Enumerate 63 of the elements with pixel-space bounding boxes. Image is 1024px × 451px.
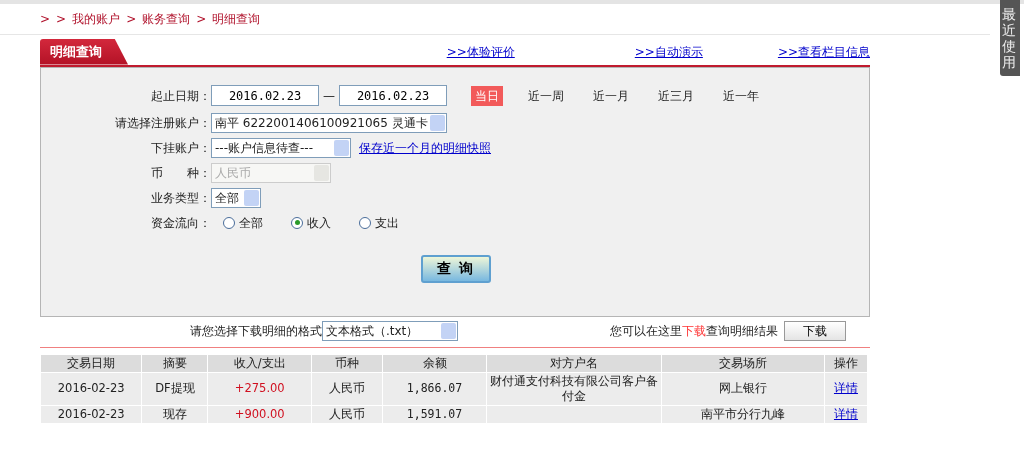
radio-button[interactable] [291, 216, 303, 229]
download-link[interactable]: 下载 [682, 323, 706, 338]
field-label: 请选择注册账户： [114, 114, 211, 132]
table-cell: 现存 [162, 406, 187, 421]
range-option[interactable]: 近一月 [589, 85, 633, 106]
table-cell: DF提现 [155, 381, 195, 396]
radio-label: 支出 [375, 214, 399, 232]
table-cell: 南平市分行九峰 [701, 406, 785, 421]
breadcrumb-separator: > [196, 12, 207, 26]
breadcrumb-separator: > [56, 12, 67, 26]
sub-account-select[interactable]: ---账户信息待查--- [211, 137, 351, 158]
format-select[interactable]: 文本格式（.txt） [322, 320, 458, 341]
table-cell: 人民币 [328, 406, 365, 421]
radio-label: 收入 [307, 214, 331, 232]
column-header: 交易日期 [41, 354, 142, 372]
panel-tab[interactable]: 明细查询 [40, 39, 128, 65]
table-cell: 财付通支付科技有限公司客户备付金 [490, 373, 659, 403]
range-option[interactable]: 近一周 [524, 85, 568, 106]
currency-select: 人民币 [211, 162, 331, 183]
table-cell: 1,866.07 [406, 381, 463, 396]
column-header: 余额 [382, 354, 487, 372]
type-select[interactable]: 全部 [211, 187, 261, 208]
column-header: 币种 [312, 354, 382, 372]
radio-label: 全部 [239, 214, 263, 232]
field-label: 币 种： [150, 164, 211, 182]
format-label: 请您选择下载明细的格式 [190, 322, 322, 340]
breadcrumb-separator: > [126, 12, 137, 26]
column-header: 对方户名 [487, 354, 662, 372]
account-select[interactable]: 南平 6222001406100921065 灵通卡 [211, 112, 447, 133]
table-cell: 1,591.07 [406, 406, 463, 421]
table-cell: +900.00 [234, 406, 285, 421]
query-button[interactable]: 查 询 [421, 254, 491, 283]
radio-button[interactable] [223, 216, 235, 229]
breadcrumb-separator: > [40, 12, 51, 26]
side-tab[interactable]: 最近使用 [1000, 0, 1020, 77]
breadcrumb-link[interactable]: 明细查询 [212, 12, 261, 26]
date-field[interactable]: 2016.02.23 [339, 85, 447, 106]
table-cell: 人民币 [328, 381, 365, 396]
column-header: 摘要 [142, 354, 208, 372]
header-link[interactable]: >>查看栏目信息 [777, 42, 870, 61]
column-header: 收入/支出 [208, 354, 312, 372]
table-cell: 网上银行 [719, 381, 767, 396]
column-header: 交易场所 [662, 354, 824, 372]
download-hint: 您可以在这里下载查询明细结果 [610, 322, 778, 340]
field-label: 下挂账户： [150, 139, 211, 157]
header-link[interactable]: >>体验评价 [446, 42, 515, 61]
table-cell: +275.00 [234, 381, 285, 396]
date-separator: — [323, 87, 335, 105]
range-option[interactable]: 近一年 [719, 85, 763, 106]
radio-button[interactable] [359, 216, 371, 229]
range-option[interactable]: 近三月 [654, 85, 698, 106]
field-label: 资金流向： [150, 214, 211, 232]
column-header: 操作 [824, 354, 867, 372]
table-cell: 2016-02-23 [57, 381, 125, 396]
breadcrumb-link[interactable]: 我的账户 [72, 12, 121, 26]
snapshot-link[interactable]: 保存近一个月的明细快照 [359, 138, 491, 157]
date-field[interactable]: 2016.02.23 [211, 85, 319, 106]
field-label: 起止日期： [150, 87, 211, 105]
download-button[interactable]: 下载 [784, 320, 846, 341]
table-cell: 2016-02-23 [57, 406, 125, 421]
header-link[interactable]: >>自动演示 [634, 42, 703, 61]
breadcrumb-link[interactable]: 账务查询 [142, 12, 191, 26]
field-label: 业务类型： [150, 189, 211, 207]
